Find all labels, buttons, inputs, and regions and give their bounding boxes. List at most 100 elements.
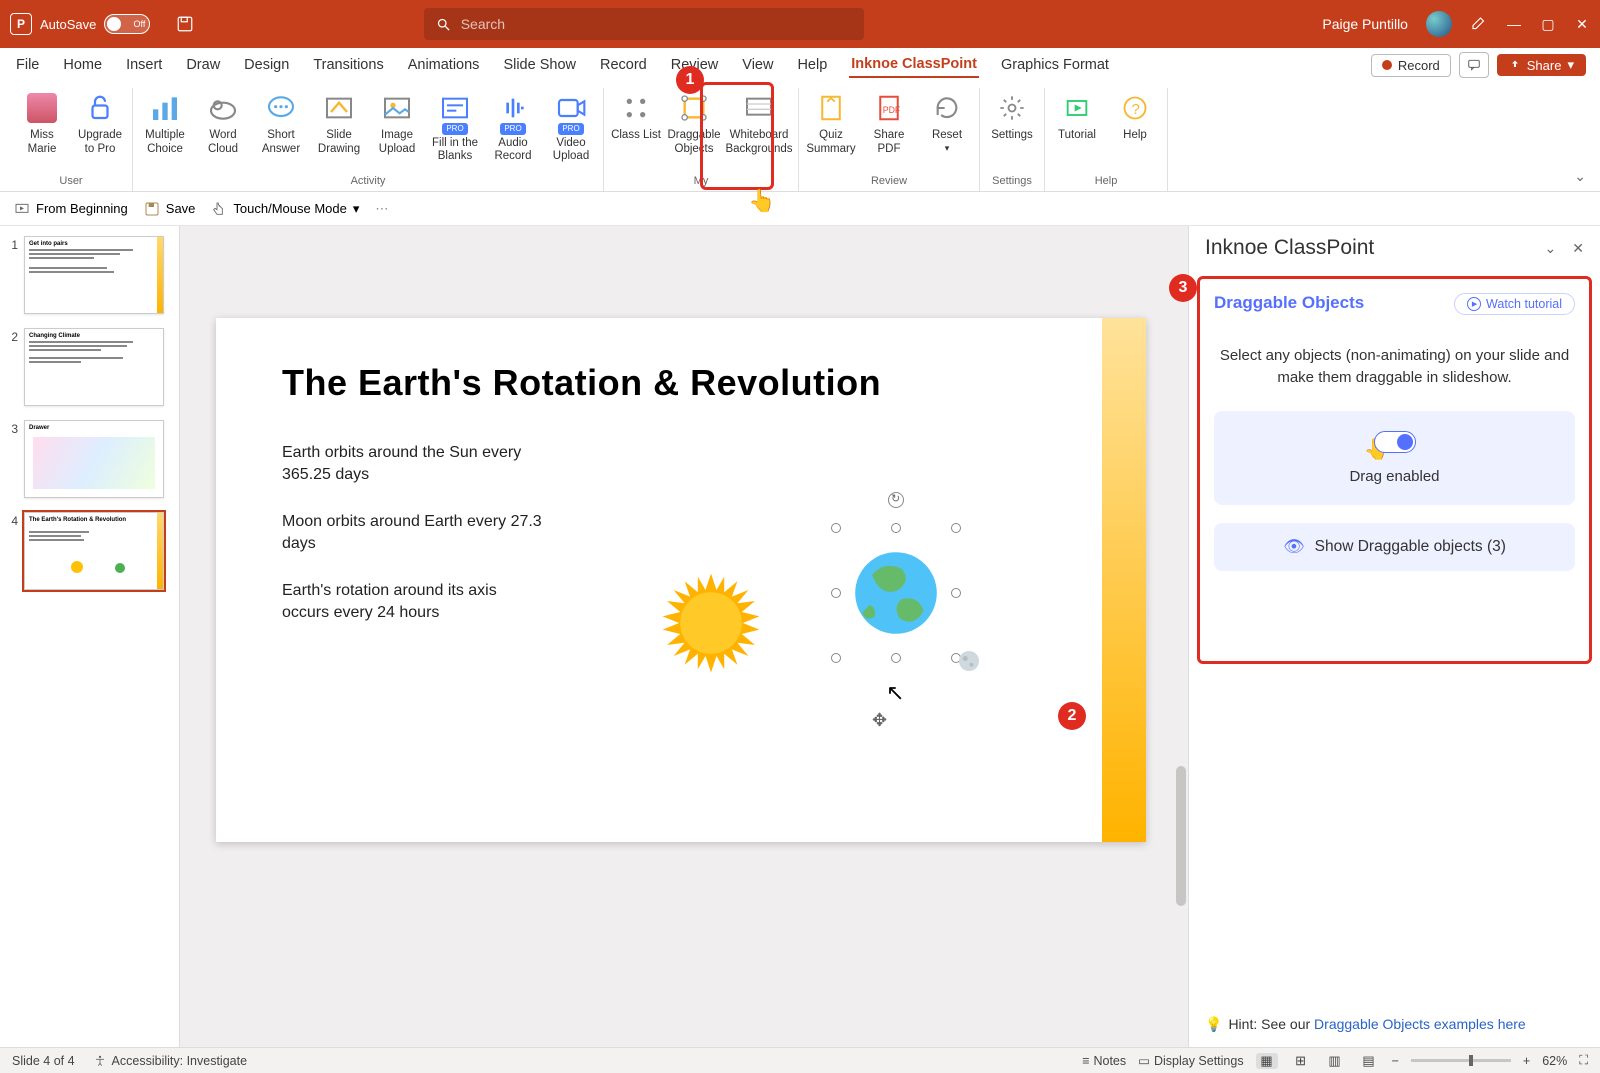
ribbon-draggable-objects[interactable]: Draggable Objects [666,88,722,173]
ribbon-class-list[interactable]: Class List [608,88,664,173]
user-avatar[interactable] [1426,11,1452,37]
selection-handle[interactable] [831,653,841,663]
selection-handle[interactable] [831,588,841,598]
selection-handle[interactable] [951,588,961,598]
rotate-handle[interactable] [888,492,904,508]
selection-handle[interactable] [951,523,961,533]
ribbon-group-help: Tutorial ?Help Help [1045,88,1168,191]
ribbon-share-pdf[interactable]: PDFShare PDF [861,88,917,173]
ribbon-multiple-choice[interactable]: Multiple Choice [137,88,193,173]
status-notes[interactable]: ≡ Notes [1082,1054,1126,1068]
ribbon-upgrade-pro[interactable]: Upgrade to Pro [72,88,128,173]
tab-draw[interactable]: Draw [184,53,222,77]
slide-canvas[interactable]: The Earth's Rotation & Revolution Earth … [180,226,1188,1047]
view-reading[interactable]: ▥ [1324,1053,1346,1069]
tab-animations[interactable]: Animations [406,53,482,77]
record-label: Record [1398,58,1440,73]
drag-enabled-label: Drag enabled [1234,468,1555,485]
touch-mode-button[interactable]: Touch/Mouse Mode ▾ [211,201,359,217]
bulb-icon: 💡 [1205,1016,1222,1032]
app-logo: P [10,13,32,35]
save-button[interactable]: Save [144,201,196,217]
zoom-in[interactable]: + [1523,1054,1530,1068]
ribbon-settings[interactable]: Settings [984,88,1040,173]
zoom-thumb[interactable] [1469,1055,1473,1066]
ribbon-fill-blanks[interactable]: PROFill in the Blanks [427,88,483,173]
ribbon-group-label: Settings [992,173,1032,191]
window-restore[interactable]: ▢ [1540,16,1556,33]
moon-graphic[interactable] [954,646,984,676]
ribbon-slide-drawing[interactable]: Slide Drawing [311,88,367,173]
toggle-switch[interactable] [1374,431,1416,453]
tab-insert[interactable]: Insert [124,53,164,77]
slide-thumb-4[interactable]: The Earth's Rotation & Revolution [24,512,164,590]
slide-thumb-2[interactable]: Changing Climate [24,328,164,406]
ribbon-image-upload[interactable]: Image Upload [369,88,425,173]
selection-handle[interactable] [831,523,841,533]
watch-tutorial-button[interactable]: Watch tutorial [1454,293,1575,315]
panel-close[interactable]: ✕ [1572,240,1584,257]
tab-record[interactable]: Record [598,53,649,77]
view-normal[interactable]: ▦ [1256,1053,1278,1069]
thumb-number: 4 [4,512,18,590]
draw-mode-icon[interactable] [1470,15,1488,33]
status-accessibility[interactable]: Accessibility: Investigate [93,1054,247,1068]
ribbon-help[interactable]: ?Help [1107,88,1163,173]
vertical-scrollbar[interactable] [1172,226,1188,1047]
fit-to-window[interactable]: ⛶ [1579,1053,1588,1068]
scroll-thumb[interactable] [1176,766,1186,906]
from-beginning-button[interactable]: From Beginning [14,201,128,217]
tab-home[interactable]: Home [61,53,104,77]
panel-collapse[interactable]: ⌄ [1545,240,1557,257]
search-box[interactable]: Search [424,8,864,40]
window-close[interactable]: ✕ [1574,16,1590,33]
save-icon[interactable] [176,15,194,33]
show-draggable-button[interactable]: 👁 Show Draggable objects (3) [1214,523,1575,571]
ribbon-group-label: User [59,173,82,191]
view-sorter[interactable]: ⊞ [1290,1053,1312,1069]
tab-graphics-format[interactable]: Graphics Format [999,53,1111,77]
ribbon-video-upload[interactable]: PROVideo Upload [543,88,599,173]
comments-button[interactable] [1459,52,1489,78]
ribbon-tutorial[interactable]: Tutorial [1049,88,1105,173]
ribbon-collapse[interactable]: ⌄ [1574,168,1586,185]
ribbon-word-cloud[interactable]: Word Cloud [195,88,251,173]
selection-handle[interactable] [891,523,901,533]
hint-link[interactable]: Draggable Objects examples here [1314,1016,1526,1032]
zoom-out[interactable]: − [1392,1054,1399,1068]
overflow-icon[interactable]: ⋯ [375,201,388,217]
status-display-settings[interactable]: ▭ Display Settings [1138,1053,1243,1068]
tab-transitions[interactable]: Transitions [311,53,385,77]
title-bar: P AutoSave Off Search Paige Puntillo ― ▢… [0,0,1600,48]
tab-view[interactable]: View [740,53,775,77]
view-slideshow[interactable]: ▤ [1358,1053,1380,1069]
menu-bar: File Home Insert Draw Design Transitions… [0,48,1600,82]
panel-hint: 💡Hint: See our Draggable Objects example… [1205,1016,1588,1033]
sun-graphic[interactable] [656,568,766,678]
slide-thumb-3[interactable]: Drawer [24,420,164,498]
autosave-toggle[interactable]: Off [104,14,150,34]
ribbon-quiz-summary[interactable]: Quiz Summary [803,88,859,173]
earth-graphic-selected[interactable] [836,528,956,658]
tab-file[interactable]: File [14,53,41,77]
zoom-level[interactable]: 62% [1542,1054,1567,1068]
ribbon-whiteboard-bg[interactable]: Whiteboard Backgrounds [724,88,794,173]
slide-thumb-1[interactable]: Get into pairs [24,236,164,314]
status-slide-of[interactable]: Slide 4 of 4 [12,1054,75,1068]
tab-design[interactable]: Design [242,53,291,77]
hand-cursor-icon: 👆 [748,188,775,214]
selection-handle[interactable] [891,653,901,663]
zoom-slider[interactable] [1411,1059,1511,1062]
window-minimize[interactable]: ― [1506,16,1522,32]
ribbon-short-answer[interactable]: Short Answer [253,88,309,173]
tab-help[interactable]: Help [795,53,829,77]
share-button[interactable]: Share▾ [1497,54,1586,76]
ribbon-audio-record[interactable]: PROAudio Record [485,88,541,173]
user-name[interactable]: Paige Puntillo [1322,16,1408,32]
drag-toggle-illustration[interactable]: 👆 [1374,431,1416,458]
ribbon-miss-marie[interactable]: Miss Marie [14,88,70,173]
tab-slideshow[interactable]: Slide Show [501,53,578,77]
ribbon-reset[interactable]: Reset▾ [919,88,975,173]
record-button[interactable]: Record [1371,54,1451,77]
tab-inknoe-classpoint[interactable]: Inknoe ClassPoint [849,52,979,78]
